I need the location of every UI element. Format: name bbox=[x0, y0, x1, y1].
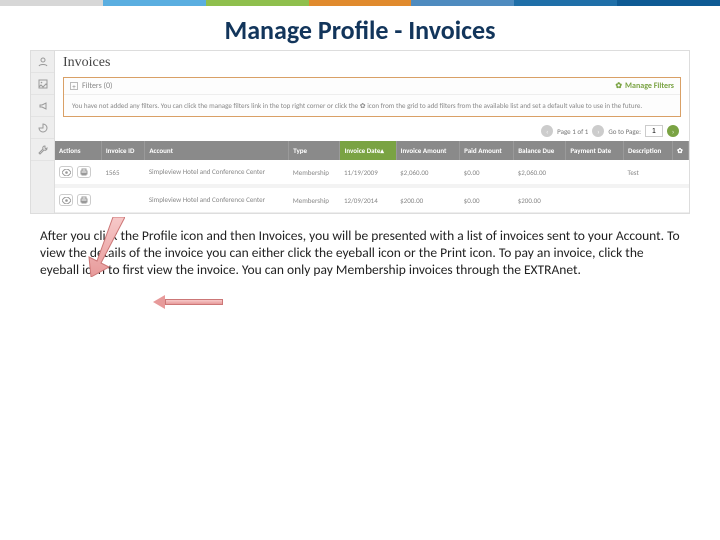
manage-filters-label: Manage Filters bbox=[625, 81, 674, 91]
print-icon[interactable] bbox=[77, 166, 91, 178]
pager-goto-label: Go to Page: bbox=[608, 127, 641, 136]
cell-description: Test bbox=[624, 160, 673, 186]
left-iconbar bbox=[31, 51, 55, 213]
pager-prev-icon[interactable]: ‹ bbox=[541, 125, 553, 137]
table-row: 1565 Simpleview Hotel and Conference Cen… bbox=[55, 160, 689, 186]
chart-icon[interactable] bbox=[31, 117, 54, 139]
pager-page-label: Page 1 of 1 bbox=[557, 127, 588, 136]
col-type[interactable]: Type bbox=[289, 141, 340, 160]
col-invoice-id[interactable]: Invoice ID bbox=[101, 141, 145, 160]
table-row: Simpleview Hotel and Conference Center M… bbox=[55, 186, 689, 213]
annotation-arrow-icon bbox=[85, 217, 125, 277]
app-screenshot: Invoices + Filters (0) ✿ Manage Filters … bbox=[30, 50, 690, 214]
col-settings-gear-icon[interactable]: ✿ bbox=[673, 141, 689, 160]
manage-filters-link[interactable]: ✿ Manage Filters bbox=[615, 81, 674, 91]
col-invoice-amount[interactable]: Invoice Amount bbox=[396, 141, 460, 160]
pager: ‹ Page 1 of 1 › Go to Page: › bbox=[55, 121, 689, 141]
cell-type: Membership bbox=[289, 186, 340, 213]
image-icon[interactable] bbox=[31, 73, 54, 95]
pager-go-icon[interactable]: › bbox=[667, 125, 679, 137]
expand-icon[interactable]: + bbox=[70, 82, 78, 90]
cell-account[interactable]: Simpleview Hotel and Conference Center bbox=[145, 160, 289, 186]
cell-invoice-date: 11/19/2009 bbox=[340, 160, 396, 186]
cell-invoice-date: 12/09/2014 bbox=[340, 186, 396, 213]
cell-payment-date bbox=[566, 186, 624, 213]
cell-invoice-id[interactable] bbox=[101, 186, 145, 213]
pager-goto-input[interactable] bbox=[645, 125, 663, 137]
cell-payment-date bbox=[566, 160, 624, 186]
cell-balance-due: $2,060.00 bbox=[514, 160, 566, 186]
slide-title: Manage Profile - Invoices bbox=[0, 6, 720, 50]
filters-label: Filters (0) bbox=[82, 81, 112, 91]
print-icon[interactable] bbox=[77, 194, 91, 206]
cell-invoice-amount: $2,060.00 bbox=[396, 160, 460, 186]
cell-paid-amount: $0.00 bbox=[460, 186, 514, 213]
cell-account[interactable]: Simpleview Hotel and Conference Center bbox=[145, 186, 289, 213]
cell-type: Membership bbox=[289, 160, 340, 186]
profile-icon[interactable] bbox=[31, 51, 54, 73]
cell-balance-due: $200.00 bbox=[514, 186, 566, 213]
wrench-icon[interactable] bbox=[31, 139, 54, 161]
col-description[interactable]: Description bbox=[624, 141, 673, 160]
filters-help-text: You have not added any filters. You can … bbox=[64, 95, 680, 116]
bullhorn-icon[interactable] bbox=[31, 95, 54, 117]
page-heading: Invoices bbox=[55, 51, 689, 77]
cell-invoice-amount: $200.00 bbox=[396, 186, 460, 213]
col-actions: Actions bbox=[55, 141, 101, 160]
col-balance-due[interactable]: Balance Due bbox=[514, 141, 566, 160]
col-invoice-date[interactable]: Invoice Date▴ bbox=[340, 141, 396, 160]
eye-icon[interactable] bbox=[59, 166, 73, 178]
cell-paid-amount: $0.00 bbox=[460, 160, 514, 186]
top-stripe bbox=[0, 0, 720, 6]
col-payment-date[interactable]: Payment Date bbox=[566, 141, 624, 160]
invoices-table: Actions Invoice ID Account Type Invoice … bbox=[55, 141, 689, 213]
filters-panel: + Filters (0) ✿ Manage Filters You have … bbox=[63, 77, 681, 117]
pager-next-icon[interactable]: › bbox=[592, 125, 604, 137]
cell-description bbox=[624, 186, 673, 213]
col-account[interactable]: Account bbox=[145, 141, 289, 160]
gear-icon: ✿ bbox=[615, 81, 622, 91]
cell-invoice-id[interactable]: 1565 bbox=[101, 160, 145, 186]
eye-icon[interactable] bbox=[59, 194, 73, 206]
col-paid-amount[interactable]: Paid Amount bbox=[460, 141, 514, 160]
